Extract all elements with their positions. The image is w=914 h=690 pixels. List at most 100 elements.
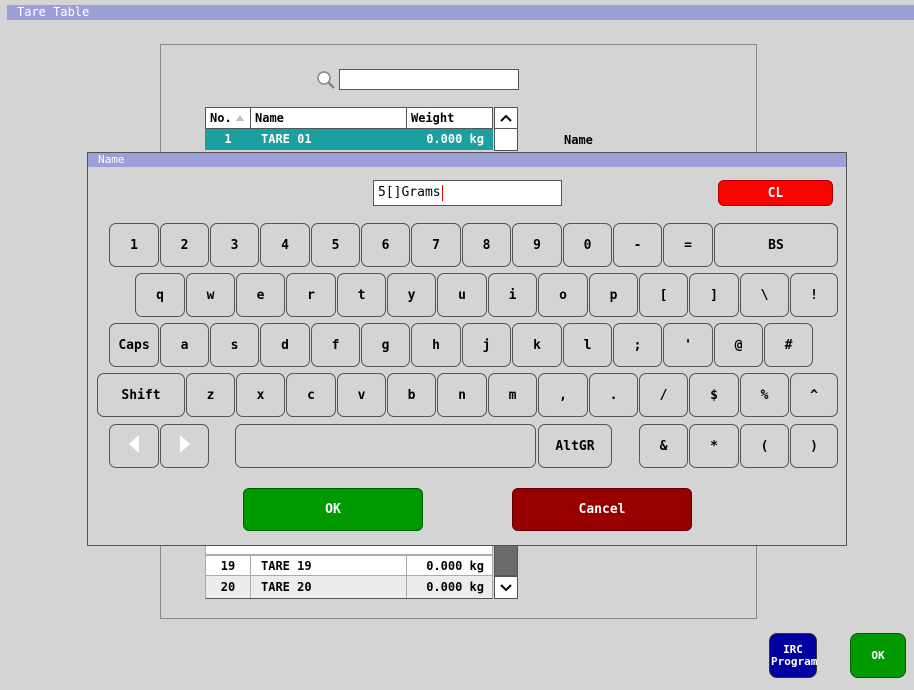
search-input[interactable]	[339, 69, 519, 90]
key-6[interactable]: 6	[361, 223, 410, 267]
key-0[interactable]: 0	[563, 223, 612, 267]
row-name: TARE 20	[251, 576, 407, 598]
key-l[interactable]: l	[563, 323, 612, 367]
key-i[interactable]: i	[488, 273, 537, 317]
key-7[interactable]: 7	[411, 223, 461, 267]
key-a[interactable]: a	[160, 323, 209, 367]
key-ampersand[interactable]: &	[639, 424, 688, 468]
row-weight: 0.000 kg	[426, 580, 484, 594]
key-o[interactable]: o	[538, 273, 588, 317]
key-semicolon[interactable]: ;	[613, 323, 662, 367]
key-1[interactable]: 1	[109, 223, 159, 267]
search-icon	[315, 70, 337, 90]
row-weight: 0.000 kg	[426, 132, 484, 146]
key-4[interactable]: 4	[260, 223, 310, 267]
sort-up-icon	[235, 111, 245, 125]
key-b[interactable]: b	[387, 373, 436, 417]
key-right-bracket[interactable]: ]	[689, 273, 739, 317]
key-c[interactable]: c	[286, 373, 336, 417]
row-weight: 0.000 kg	[426, 558, 484, 573]
dialog-cancel-button[interactable]: Cancel	[512, 488, 692, 531]
key-h[interactable]: h	[411, 323, 461, 367]
altgr-key[interactable]: AltGR	[538, 424, 612, 468]
arrow-right-key[interactable]	[160, 424, 209, 468]
key-right-paren[interactable]: )	[790, 424, 838, 468]
key-hash[interactable]: #	[764, 323, 813, 367]
key-d[interactable]: d	[260, 323, 310, 367]
chevron-down-icon	[500, 581, 512, 595]
key-2[interactable]: 2	[160, 223, 209, 267]
table-row[interactable]: 20 TARE 20 0.000 kg	[205, 576, 493, 599]
key-e[interactable]: e	[236, 273, 285, 317]
side-name-label: Name	[564, 133, 593, 147]
row-no: 20	[206, 576, 251, 598]
key-v[interactable]: v	[337, 373, 386, 417]
clear-button[interactable]: CL	[718, 180, 833, 206]
caps-key[interactable]: Caps	[109, 323, 159, 367]
key-period[interactable]: .	[589, 373, 638, 417]
text-cursor	[441, 184, 443, 201]
key-9[interactable]: 9	[512, 223, 562, 267]
key-apostrophe[interactable]: '	[663, 323, 713, 367]
arrow-left-icon	[127, 434, 141, 458]
column-header-name[interactable]: Name	[251, 108, 407, 128]
key-5[interactable]: 5	[311, 223, 360, 267]
arrow-right-icon	[178, 434, 192, 458]
row-no: 1	[206, 129, 251, 149]
key-y[interactable]: y	[387, 273, 436, 317]
scroll-up-button[interactable]	[494, 107, 518, 129]
key-t[interactable]: t	[337, 273, 386, 317]
column-header-weight[interactable]: Weight	[407, 108, 494, 128]
backspace-key[interactable]: BS	[714, 223, 838, 267]
dialog-ok-button[interactable]: OK	[243, 488, 423, 531]
key-equals[interactable]: =	[663, 223, 713, 267]
scrollbar-track[interactable]	[494, 129, 518, 151]
irc-program-button[interactable]: IRC Program	[769, 633, 817, 678]
key-f[interactable]: f	[311, 323, 360, 367]
name-input-field[interactable]: 5[]Grams	[373, 180, 562, 206]
row-no: 19	[206, 556, 251, 575]
key-at[interactable]: @	[714, 323, 763, 367]
table-row[interactable]: 19 TARE 19 0.000 kg	[205, 555, 493, 576]
row-name: TARE 19	[251, 556, 407, 575]
key-k[interactable]: k	[512, 323, 562, 367]
key-s[interactable]: s	[210, 323, 259, 367]
key-8[interactable]: 8	[462, 223, 511, 267]
shift-key[interactable]: Shift	[97, 373, 185, 417]
row-name: TARE 01	[251, 129, 407, 149]
key-3[interactable]: 3	[210, 223, 259, 267]
dialog-title: Name	[98, 153, 125, 166]
key-slash[interactable]: /	[639, 373, 688, 417]
key-n[interactable]: n	[437, 373, 487, 417]
key-w[interactable]: w	[186, 273, 235, 317]
key-m[interactable]: m	[488, 373, 537, 417]
key-minus[interactable]: -	[613, 223, 662, 267]
key-asterisk[interactable]: *	[689, 424, 739, 468]
key-exclamation[interactable]: !	[790, 273, 838, 317]
key-u[interactable]: u	[437, 273, 487, 317]
key-g[interactable]: g	[361, 323, 410, 367]
ok-button[interactable]: OK	[850, 633, 906, 678]
key-dollar[interactable]: $	[689, 373, 739, 417]
scrollbar-thumb[interactable]	[494, 541, 518, 576]
key-p[interactable]: p	[589, 273, 638, 317]
key-x[interactable]: x	[236, 373, 285, 417]
key-comma[interactable]: ,	[538, 373, 588, 417]
key-left-bracket[interactable]: [	[639, 273, 688, 317]
column-header-no[interactable]: No.	[206, 108, 251, 128]
key-r[interactable]: r	[286, 273, 336, 317]
scroll-down-button[interactable]	[494, 576, 518, 599]
table-row[interactable]: 1 TARE 01 0.000 kg	[205, 129, 493, 150]
key-left-paren[interactable]: (	[740, 424, 789, 468]
key-z[interactable]: z	[186, 373, 235, 417]
arrow-left-key[interactable]	[109, 424, 159, 468]
key-q[interactable]: q	[135, 273, 185, 317]
key-caret[interactable]: ^	[790, 373, 838, 417]
key-j[interactable]: j	[462, 323, 511, 367]
table-header: No. Name Weight	[205, 107, 493, 129]
key-backslash[interactable]: \	[740, 273, 789, 317]
key-percent[interactable]: %	[740, 373, 789, 417]
dialog-title-bar: Name	[88, 153, 846, 167]
chevron-up-icon	[500, 111, 512, 125]
space-key[interactable]	[235, 424, 536, 468]
